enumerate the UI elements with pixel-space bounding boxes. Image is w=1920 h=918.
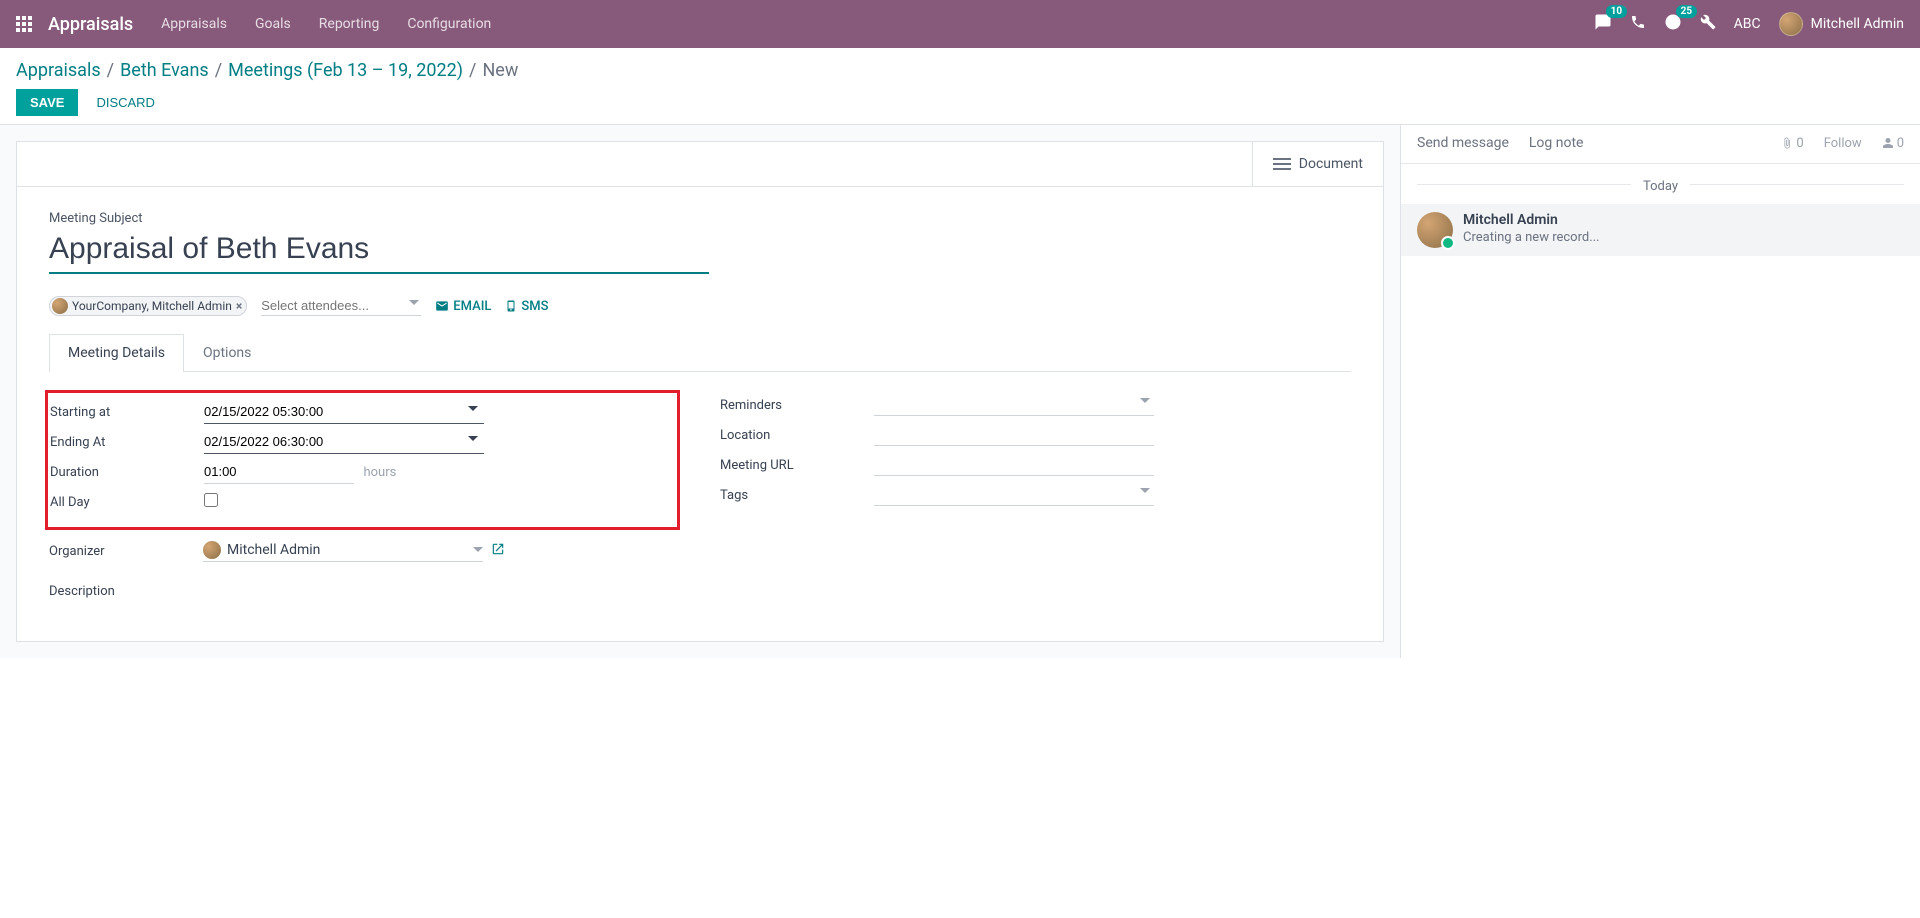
description-label: Description xyxy=(49,584,680,599)
attendee-tag[interactable]: YourCompany, Mitchell Admin × xyxy=(49,296,247,316)
mobile-icon xyxy=(505,299,517,313)
meetingurl-label: Meeting URL xyxy=(720,458,874,473)
attendee-remove-icon[interactable]: × xyxy=(236,299,242,313)
organizer-select[interactable]: Mitchell Admin xyxy=(203,541,483,562)
message-author: Mitchell Admin xyxy=(1463,212,1600,228)
attendee-avatar-icon xyxy=(52,298,68,314)
followers-count[interactable]: 0 xyxy=(1882,136,1904,151)
datetime-highlight-box: Starting at Ending At xyxy=(45,390,680,530)
today-divider: Today xyxy=(1401,164,1920,204)
save-button[interactable]: SAVE xyxy=(16,89,78,116)
nav-brand[interactable]: Appraisals xyxy=(48,14,133,35)
reminders-select[interactable] xyxy=(874,394,1154,416)
person-icon xyxy=(1882,137,1894,149)
paperclip-icon xyxy=(1781,137,1793,149)
message-text: Creating a new record... xyxy=(1463,230,1600,245)
breadcrumb-bethevans[interactable]: Beth Evans xyxy=(120,60,209,81)
send-message-button[interactable]: Send message xyxy=(1417,135,1509,151)
attachments-count[interactable]: 0 xyxy=(1781,136,1803,151)
subject-label: Meeting Subject xyxy=(49,211,1351,226)
organizer-avatar-icon xyxy=(203,541,221,559)
attendee-tag-label: YourCompany, Mitchell Admin xyxy=(72,299,232,313)
ending-label: Ending At xyxy=(50,435,204,450)
location-input[interactable] xyxy=(874,424,1154,446)
nav-menu: Appraisals Goals Reporting Configuration xyxy=(161,16,491,32)
allday-checkbox[interactable] xyxy=(204,493,218,507)
tags-select[interactable] xyxy=(874,484,1154,506)
chatter: Send message Log note 0 Follow 0 Today M… xyxy=(1400,125,1920,658)
attendees-input[interactable] xyxy=(261,296,421,315)
organizer-value: Mitchell Admin xyxy=(227,542,320,558)
sms-button[interactable]: SMS xyxy=(505,299,548,314)
nav-item-reporting[interactable]: Reporting xyxy=(319,16,380,32)
chevron-down-icon xyxy=(1140,398,1150,403)
chevron-down-icon xyxy=(1140,488,1150,493)
chevron-down-icon[interactable] xyxy=(468,436,478,441)
ending-input[interactable] xyxy=(204,430,484,454)
breadcrumb-appraisals[interactable]: Appraisals xyxy=(16,60,101,81)
breadcrumb: Appraisals / Beth Evans / Meetings (Feb … xyxy=(16,60,1904,81)
breadcrumb-meetings[interactable]: Meetings (Feb 13 – 19, 2022) xyxy=(228,60,463,81)
email-button[interactable]: EMAIL xyxy=(435,299,491,314)
envelope-icon xyxy=(435,299,449,313)
meetingurl-input[interactable] xyxy=(874,454,1154,476)
allday-label: All Day xyxy=(50,495,204,510)
breadcrumb-current: New xyxy=(482,60,518,81)
user-menu[interactable]: Mitchell Admin xyxy=(1779,12,1904,36)
company-name[interactable]: ABC xyxy=(1734,16,1761,32)
top-nav: Appraisals Appraisals Goals Reporting Co… xyxy=(0,0,1920,48)
document-label: Document xyxy=(1299,156,1363,172)
duration-suffix: hours xyxy=(363,465,396,480)
phone-icon[interactable] xyxy=(1630,14,1646,34)
nav-item-configuration[interactable]: Configuration xyxy=(407,16,491,32)
tab-options[interactable]: Options xyxy=(184,334,270,371)
follow-button[interactable]: Follow xyxy=(1824,136,1862,151)
chevron-down-icon xyxy=(473,547,483,552)
message-avatar-icon xyxy=(1417,212,1453,248)
nav-item-appraisals[interactable]: Appraisals xyxy=(161,16,227,32)
starting-label: Starting at xyxy=(50,405,204,420)
tags-label: Tags xyxy=(720,488,874,503)
external-link-icon[interactable] xyxy=(491,542,505,560)
tools-icon[interactable] xyxy=(1700,14,1716,34)
chat-badge: 10 xyxy=(1606,5,1627,18)
log-note-button[interactable]: Log note xyxy=(1529,135,1584,151)
menu-bars-icon xyxy=(1273,158,1291,170)
tab-meeting-details[interactable]: Meeting Details xyxy=(49,334,184,372)
document-button[interactable]: Document xyxy=(1252,142,1383,186)
reminders-label: Reminders xyxy=(720,398,874,413)
subject-input[interactable] xyxy=(49,230,709,274)
duration-input[interactable] xyxy=(204,460,354,484)
location-label: Location xyxy=(720,428,874,443)
user-name: Mitchell Admin xyxy=(1811,16,1904,32)
duration-label: Duration xyxy=(50,465,204,480)
starting-input[interactable] xyxy=(204,400,484,424)
clock-icon[interactable]: 25 xyxy=(1664,13,1682,35)
apps-icon[interactable] xyxy=(16,16,32,32)
form-sheet: Document Meeting Subject YourCompany, Mi… xyxy=(16,141,1384,642)
chat-icon[interactable]: 10 xyxy=(1594,13,1612,35)
user-avatar-icon xyxy=(1779,12,1803,36)
organizer-label: Organizer xyxy=(49,544,203,559)
chevron-down-icon[interactable] xyxy=(468,406,478,411)
nav-item-goals[interactable]: Goals xyxy=(255,16,291,32)
message-row: Mitchell Admin Creating a new record... xyxy=(1401,204,1920,256)
discard-button[interactable]: DISCARD xyxy=(86,89,165,116)
clock-badge: 25 xyxy=(1676,5,1697,18)
